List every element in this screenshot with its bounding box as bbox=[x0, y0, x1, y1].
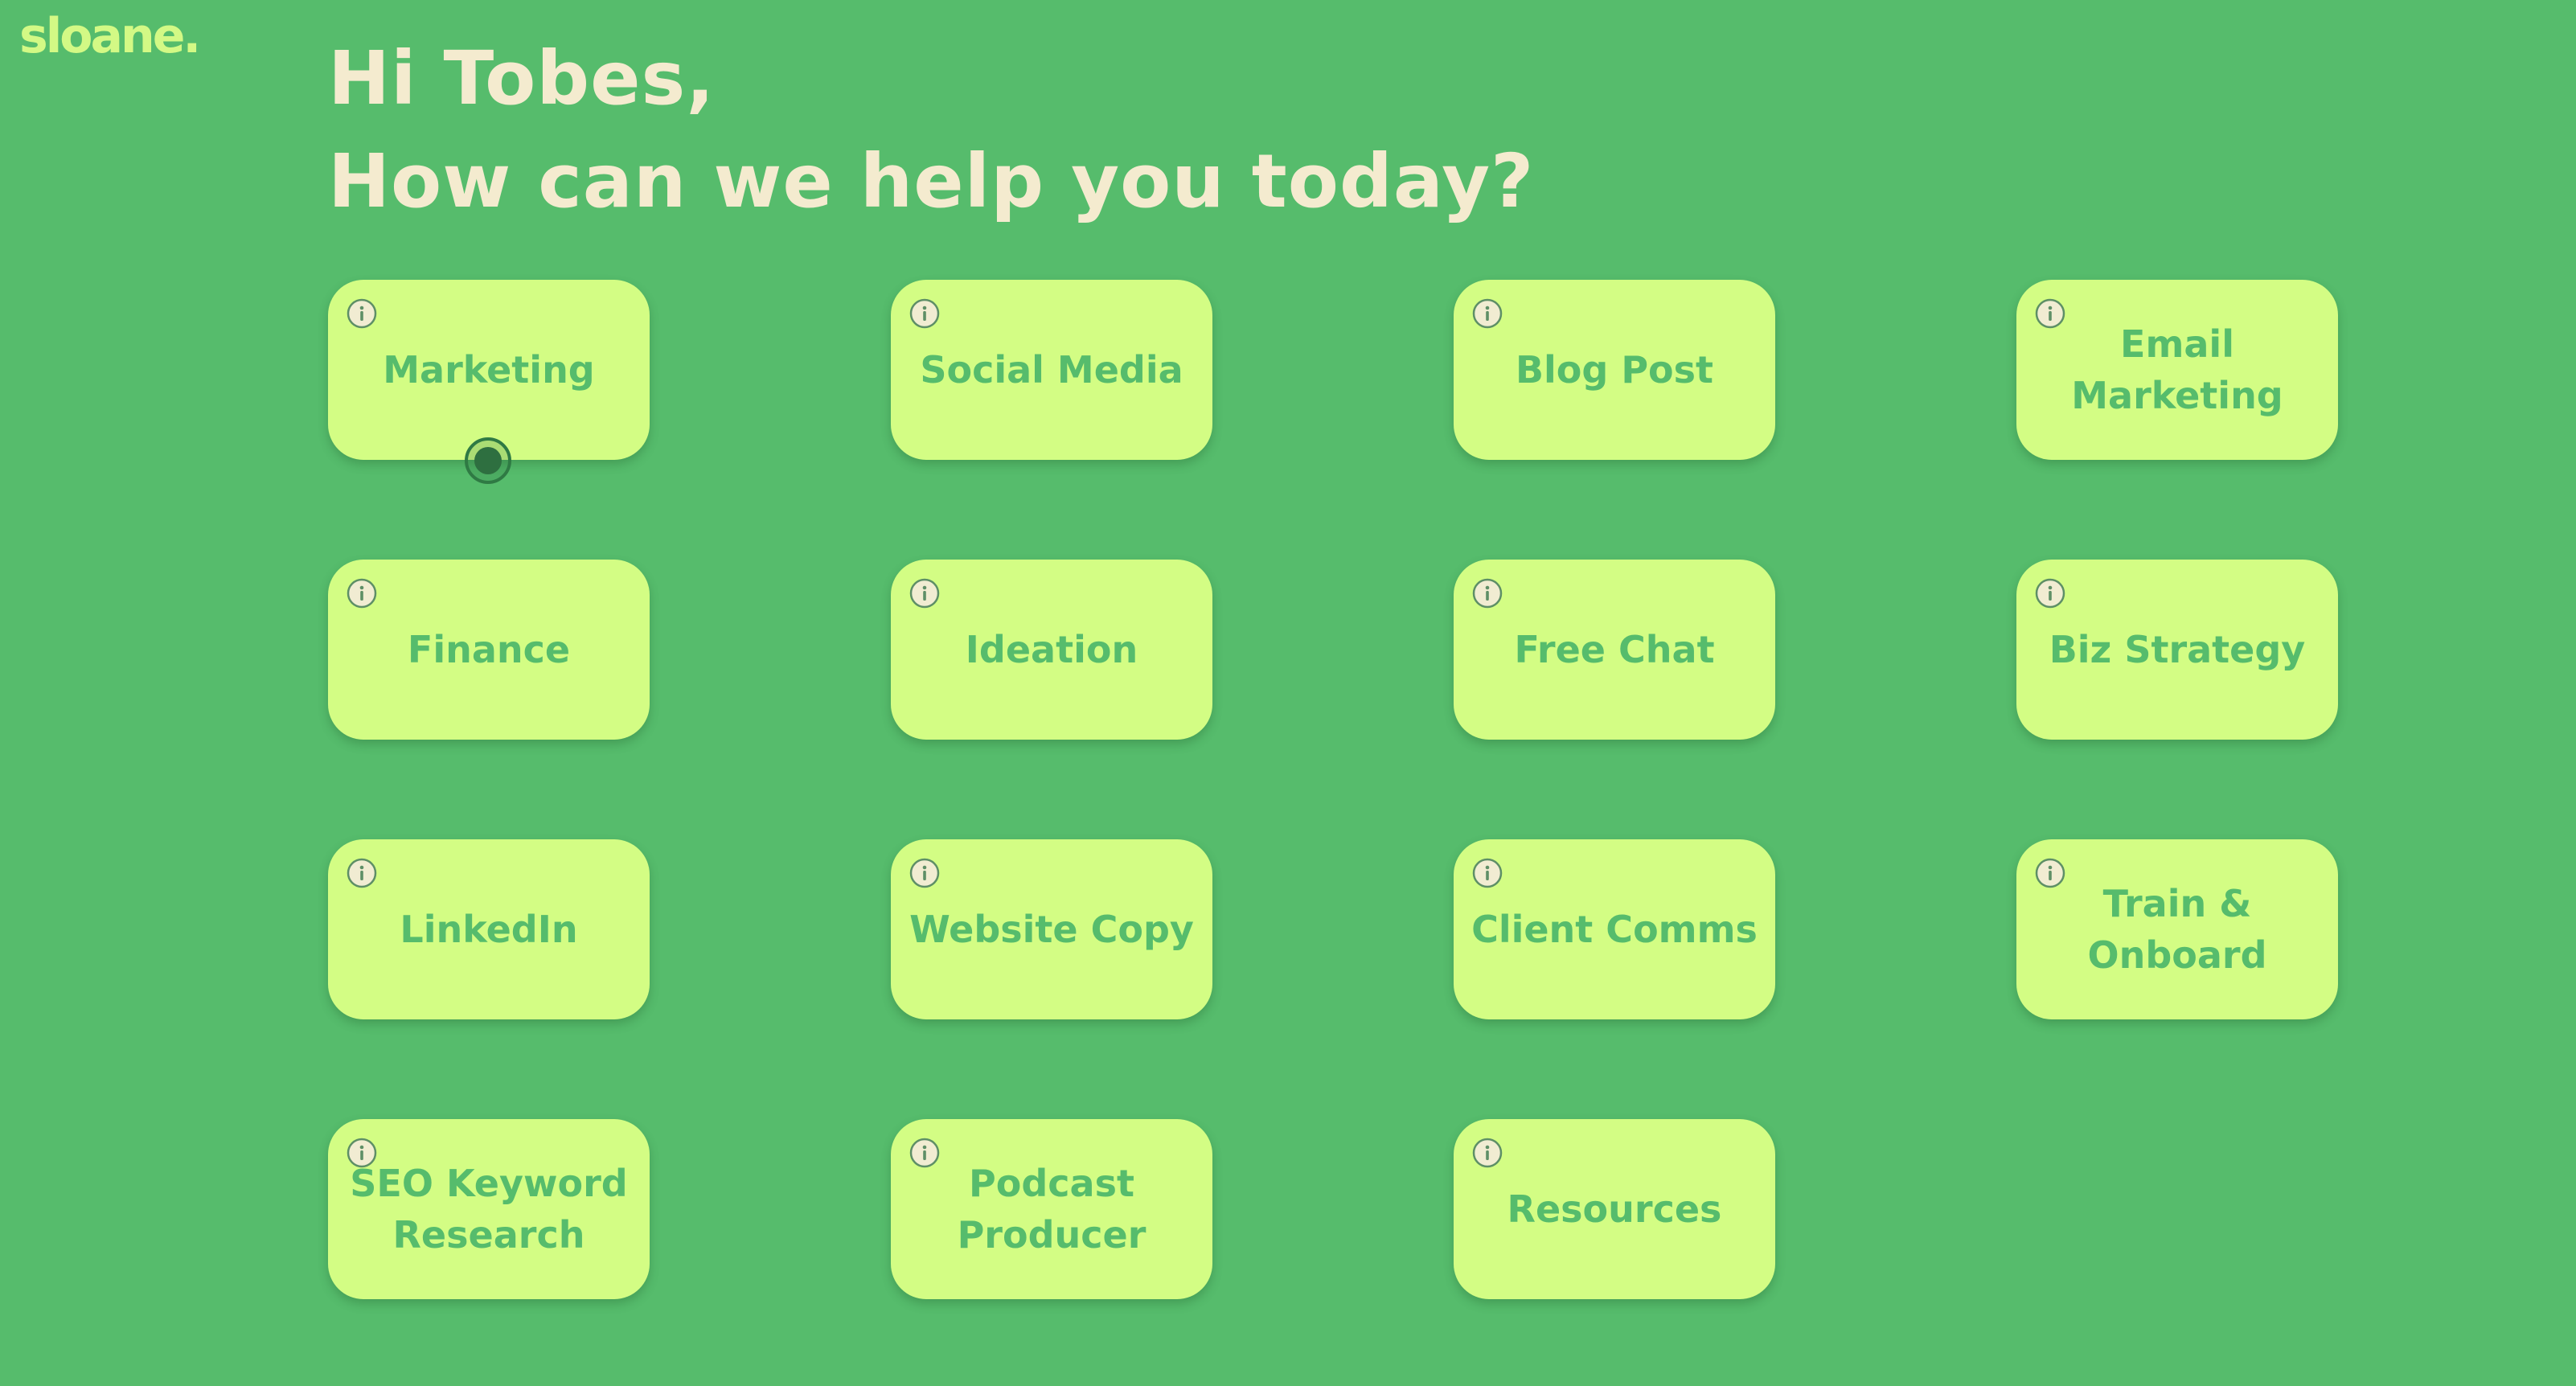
card-seo-keyword-research[interactable]: SEO Keyword Research bbox=[328, 1119, 650, 1299]
card-website-copy[interactable]: Website Copy bbox=[891, 839, 1212, 1019]
card-label: Biz Strategy bbox=[2049, 628, 2306, 671]
card-resources[interactable]: Resources bbox=[1454, 1119, 1775, 1299]
info-icon[interactable] bbox=[909, 857, 941, 889]
info-icon[interactable] bbox=[346, 297, 378, 330]
page-title: Hi Tobes, How can we help you today? bbox=[328, 27, 1534, 233]
card-email-marketing[interactable]: Email Marketing bbox=[2016, 280, 2338, 460]
info-icon[interactable] bbox=[909, 577, 941, 609]
info-icon[interactable] bbox=[346, 1137, 378, 1169]
info-icon[interactable] bbox=[909, 1137, 941, 1169]
card-label: Finance bbox=[407, 628, 571, 671]
card-label: Free Chat bbox=[1514, 628, 1715, 671]
info-icon[interactable] bbox=[1471, 857, 1503, 889]
card-label: Podcast Producer bbox=[957, 1162, 1146, 1257]
card-label: SEO Keyword Research bbox=[350, 1162, 628, 1257]
card-label: Social Media bbox=[920, 348, 1183, 392]
info-icon[interactable] bbox=[1471, 297, 1503, 330]
info-icon[interactable] bbox=[1471, 1137, 1503, 1169]
card-finance[interactable]: Finance bbox=[328, 560, 650, 740]
info-icon[interactable] bbox=[2034, 857, 2066, 889]
card-ideation[interactable]: Ideation bbox=[891, 560, 1212, 740]
info-icon[interactable] bbox=[909, 297, 941, 330]
greeting-line: Hi Tobes, bbox=[328, 35, 716, 121]
card-free-chat[interactable]: Free Chat bbox=[1454, 560, 1775, 740]
card-label: Blog Post bbox=[1515, 348, 1714, 392]
info-icon[interactable] bbox=[2034, 297, 2066, 330]
card-biz-strategy[interactable]: Biz Strategy bbox=[2016, 560, 2338, 740]
card-client-comms[interactable]: Client Comms bbox=[1454, 839, 1775, 1019]
card-train-onboard[interactable]: Train & Onboard bbox=[2016, 839, 2338, 1019]
cursor-indicator bbox=[465, 437, 511, 484]
card-label: LinkedIn bbox=[400, 908, 578, 951]
logo[interactable]: sloane. bbox=[19, 8, 201, 64]
info-icon[interactable] bbox=[346, 857, 378, 889]
info-icon[interactable] bbox=[346, 577, 378, 609]
card-label: Website Copy bbox=[909, 908, 1194, 951]
card-marketing[interactable]: Marketing bbox=[328, 280, 650, 460]
card-label: Train & Onboard bbox=[2087, 882, 2267, 977]
card-label: Resources bbox=[1507, 1187, 1722, 1231]
card-linkedin[interactable]: LinkedIn bbox=[328, 839, 650, 1019]
card-label: Ideation bbox=[965, 628, 1138, 671]
card-social-media[interactable]: Social Media bbox=[891, 280, 1212, 460]
greeting-subtitle: How can we help you today? bbox=[328, 138, 1535, 224]
assistant-grid: Marketing Social Media Blog Post Email M… bbox=[328, 280, 2338, 1299]
info-icon[interactable] bbox=[2034, 577, 2066, 609]
card-label: Email Marketing bbox=[2071, 322, 2283, 417]
card-blog-post[interactable]: Blog Post bbox=[1454, 280, 1775, 460]
card-podcast-producer[interactable]: Podcast Producer bbox=[891, 1119, 1212, 1299]
card-label: Client Comms bbox=[1471, 908, 1758, 951]
card-label: Marketing bbox=[383, 348, 595, 392]
info-icon[interactable] bbox=[1471, 577, 1503, 609]
